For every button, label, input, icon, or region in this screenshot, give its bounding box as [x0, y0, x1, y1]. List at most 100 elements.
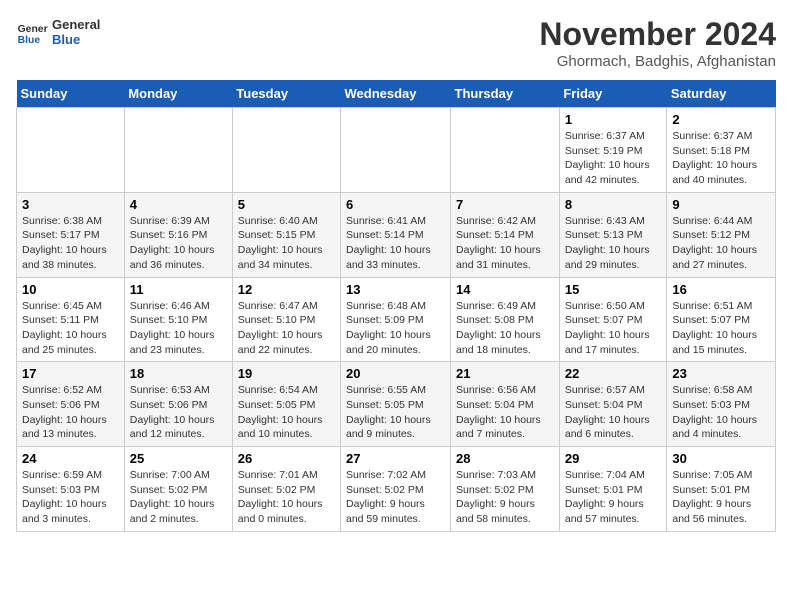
calendar-cell: 25 Sunrise: 7:00 AM Sunset: 5:02 PM Dayli…	[124, 447, 232, 532]
calendar-week-5: 24 Sunrise: 6:59 AM Sunset: 5:03 PM Dayli…	[17, 447, 776, 532]
day-number: 19	[238, 366, 335, 381]
weekday-header-wednesday: Wednesday	[341, 80, 451, 108]
day-detail: Sunrise: 6:53 AM Sunset: 5:06 PM Dayligh…	[130, 383, 227, 442]
day-number: 4	[130, 197, 227, 212]
weekday-header-thursday: Thursday	[451, 80, 560, 108]
calendar-cell	[124, 108, 232, 193]
calendar-cell: 12 Sunrise: 6:47 AM Sunset: 5:10 PM Dayli…	[232, 277, 340, 362]
calendar-cell: 8 Sunrise: 6:43 AM Sunset: 5:13 PM Daylig…	[559, 192, 667, 277]
day-number: 21	[456, 366, 554, 381]
day-detail: Sunrise: 7:05 AM Sunset: 5:01 PM Dayligh…	[672, 468, 770, 527]
calendar-cell: 22Sunrise: 6:57 AM Sunset: 5:04 PM Dayli…	[559, 362, 667, 447]
day-number: 14	[456, 282, 554, 297]
day-number: 1	[565, 112, 662, 127]
calendar-week-1: 1 Sunrise: 6:37 AM Sunset: 5:19 PM Daylig…	[17, 108, 776, 193]
day-detail: Sunrise: 6:48 AM Sunset: 5:09 PM Dayligh…	[346, 299, 445, 358]
header: General Blue General Blue November 2024 …	[16, 16, 776, 70]
day-number: 7	[456, 197, 554, 212]
day-number: 30	[672, 451, 770, 466]
calendar-cell: 9Sunrise: 6:44 AM Sunset: 5:12 PM Daylig…	[667, 192, 776, 277]
calendar-cell: 20Sunrise: 6:55 AM Sunset: 5:05 PM Dayli…	[341, 362, 451, 447]
day-detail: Sunrise: 6:52 AM Sunset: 5:06 PM Dayligh…	[22, 383, 119, 442]
day-detail: Sunrise: 6:56 AM Sunset: 5:04 PM Dayligh…	[456, 383, 554, 442]
day-number: 5	[238, 197, 335, 212]
calendar-cell	[451, 108, 560, 193]
calendar-cell: 18 Sunrise: 6:53 AM Sunset: 5:06 PM Dayli…	[124, 362, 232, 447]
day-number: 13	[346, 282, 445, 297]
day-detail: Sunrise: 6:39 AM Sunset: 5:16 PM Dayligh…	[130, 214, 227, 273]
day-detail: Sunrise: 6:41 AM Sunset: 5:14 PM Dayligh…	[346, 214, 445, 273]
calendar-cell: 27 Sunrise: 7:02 AM Sunset: 5:02 PM Dayli…	[341, 447, 451, 532]
calendar-cell: 4 Sunrise: 6:39 AM Sunset: 5:16 PM Daylig…	[124, 192, 232, 277]
calendar-cell: 14 Sunrise: 6:49 AM Sunset: 5:08 PM Dayli…	[451, 277, 560, 362]
calendar-cell: 17 Sunrise: 6:52 AM Sunset: 5:06 PM Dayli…	[17, 362, 125, 447]
calendar-cell	[232, 108, 340, 193]
calendar-cell: 10 Sunrise: 6:45 AM Sunset: 5:11 PM Dayli…	[17, 277, 125, 362]
logo: General Blue General Blue	[16, 16, 100, 48]
day-detail: Sunrise: 6:51 AM Sunset: 5:07 PM Dayligh…	[672, 299, 770, 358]
calendar-week-4: 17 Sunrise: 6:52 AM Sunset: 5:06 PM Dayli…	[17, 362, 776, 447]
day-number: 10	[22, 282, 119, 297]
calendar-cell: 21 Sunrise: 6:56 AM Sunset: 5:04 PM Dayli…	[451, 362, 560, 447]
day-detail: Sunrise: 7:02 AM Sunset: 5:02 PM Dayligh…	[346, 468, 445, 527]
calendar-week-2: 3 Sunrise: 6:38 AM Sunset: 5:17 PM Daylig…	[17, 192, 776, 277]
day-number: 27	[346, 451, 445, 466]
weekday-header-tuesday: Tuesday	[232, 80, 340, 108]
day-detail: Sunrise: 6:40 AM Sunset: 5:15 PM Dayligh…	[238, 214, 335, 273]
calendar-cell: 28Sunrise: 7:03 AM Sunset: 5:02 PM Dayli…	[451, 447, 560, 532]
calendar-cell: 19Sunrise: 6:54 AM Sunset: 5:05 PM Dayli…	[232, 362, 340, 447]
day-detail: Sunrise: 6:43 AM Sunset: 5:13 PM Dayligh…	[565, 214, 662, 273]
calendar-cell: 1 Sunrise: 6:37 AM Sunset: 5:19 PM Daylig…	[559, 108, 667, 193]
calendar-cell: 11 Sunrise: 6:46 AM Sunset: 5:10 PM Dayli…	[124, 277, 232, 362]
day-detail: Sunrise: 6:46 AM Sunset: 5:10 PM Dayligh…	[130, 299, 227, 358]
day-number: 24	[22, 451, 119, 466]
day-number: 25	[130, 451, 227, 466]
day-number: 20	[346, 366, 445, 381]
calendar-cell: 3 Sunrise: 6:38 AM Sunset: 5:17 PM Daylig…	[17, 192, 125, 277]
day-detail: Sunrise: 6:42 AM Sunset: 5:14 PM Dayligh…	[456, 214, 554, 273]
day-detail: Sunrise: 7:01 AM Sunset: 5:02 PM Dayligh…	[238, 468, 335, 527]
svg-text:General: General	[18, 24, 48, 35]
day-detail: Sunrise: 6:50 AM Sunset: 5:07 PM Dayligh…	[565, 299, 662, 358]
title-area: November 2024 Ghormach, Badghis, Afghani…	[539, 16, 776, 70]
calendar-cell: 29Sunrise: 7:04 AM Sunset: 5:01 PM Dayli…	[559, 447, 667, 532]
calendar-week-3: 10 Sunrise: 6:45 AM Sunset: 5:11 PM Dayli…	[17, 277, 776, 362]
weekday-header-friday: Friday	[559, 80, 667, 108]
weekday-header-sunday: Sunday	[17, 80, 125, 108]
day-number: 17	[22, 366, 119, 381]
day-number: 26	[238, 451, 335, 466]
calendar-cell: 30 Sunrise: 7:05 AM Sunset: 5:01 PM Dayli…	[667, 447, 776, 532]
day-detail: Sunrise: 6:47 AM Sunset: 5:10 PM Dayligh…	[238, 299, 335, 358]
day-number: 3	[22, 197, 119, 212]
calendar-cell: 6Sunrise: 6:41 AM Sunset: 5:14 PM Daylig…	[341, 192, 451, 277]
day-detail: Sunrise: 6:49 AM Sunset: 5:08 PM Dayligh…	[456, 299, 554, 358]
day-number: 15	[565, 282, 662, 297]
day-number: 18	[130, 366, 227, 381]
day-detail: Sunrise: 6:38 AM Sunset: 5:17 PM Dayligh…	[22, 214, 119, 273]
day-detail: Sunrise: 6:37 AM Sunset: 5:19 PM Dayligh…	[565, 129, 662, 188]
calendar-cell: 2Sunrise: 6:37 AM Sunset: 5:18 PM Daylig…	[667, 108, 776, 193]
calendar-cell: 5 Sunrise: 6:40 AM Sunset: 5:15 PM Daylig…	[232, 192, 340, 277]
month-title: November 2024	[539, 16, 776, 53]
logo-line1: General	[52, 17, 100, 32]
day-detail: Sunrise: 6:59 AM Sunset: 5:03 PM Dayligh…	[22, 468, 119, 527]
day-detail: Sunrise: 7:00 AM Sunset: 5:02 PM Dayligh…	[130, 468, 227, 527]
day-detail: Sunrise: 6:58 AM Sunset: 5:03 PM Dayligh…	[672, 383, 770, 442]
day-detail: Sunrise: 6:57 AM Sunset: 5:04 PM Dayligh…	[565, 383, 662, 442]
calendar-table: SundayMondayTuesdayWednesdayThursdayFrid…	[16, 80, 776, 532]
day-number: 11	[130, 282, 227, 297]
day-number: 12	[238, 282, 335, 297]
calendar-cell: 16Sunrise: 6:51 AM Sunset: 5:07 PM Dayli…	[667, 277, 776, 362]
svg-text:Blue: Blue	[18, 35, 41, 46]
day-number: 29	[565, 451, 662, 466]
day-detail: Sunrise: 6:45 AM Sunset: 5:11 PM Dayligh…	[22, 299, 119, 358]
day-number: 8	[565, 197, 662, 212]
day-detail: Sunrise: 6:44 AM Sunset: 5:12 PM Dayligh…	[672, 214, 770, 273]
weekday-header-monday: Monday	[124, 80, 232, 108]
location-subtitle: Ghormach, Badghis, Afghanistan	[539, 53, 776, 70]
day-number: 23	[672, 366, 770, 381]
calendar-cell: 13 Sunrise: 6:48 AM Sunset: 5:09 PM Dayli…	[341, 277, 451, 362]
calendar-cell: 26 Sunrise: 7:01 AM Sunset: 5:02 PM Dayli…	[232, 447, 340, 532]
calendar-cell: 15 Sunrise: 6:50 AM Sunset: 5:07 PM Dayli…	[559, 277, 667, 362]
calendar-cell	[17, 108, 125, 193]
